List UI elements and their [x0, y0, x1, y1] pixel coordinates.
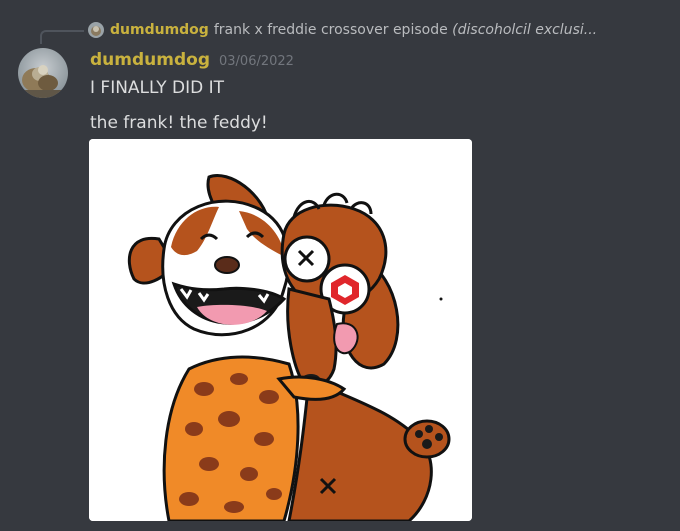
reply-author[interactable]: dumdumdog [110, 22, 209, 38]
message-timestamp[interactable]: 03/06/2022 [219, 54, 294, 69]
author-avatar[interactable] [18, 48, 68, 98]
image-attachment[interactable] [89, 139, 472, 521]
reply-avatar-icon[interactable] [88, 22, 104, 38]
reply-content-italic: (discoholcil exclusi... [452, 22, 598, 38]
reply-content-text: frank x freddie crossover episode [213, 22, 448, 38]
cartoon-dogs-illustration [89, 139, 472, 521]
reply-connector-line [40, 30, 84, 44]
message-line-2: the frank! the feddy! [90, 113, 268, 133]
message-line-1: I FINALLY DID IT [90, 78, 225, 98]
reply-preview[interactable]: dumdumdog frank x freddie crossover epis… [88, 19, 628, 41]
message-header: dumdumdog 03/06/2022 [90, 50, 294, 70]
message-author[interactable]: dumdumdog [90, 50, 210, 70]
dog-photo-avatar-icon [18, 48, 68, 98]
chat-message-area: dumdumdog frank x freddie crossover epis… [0, 0, 680, 531]
reply-content[interactable]: frank x freddie crossover episode (disco… [214, 22, 597, 38]
